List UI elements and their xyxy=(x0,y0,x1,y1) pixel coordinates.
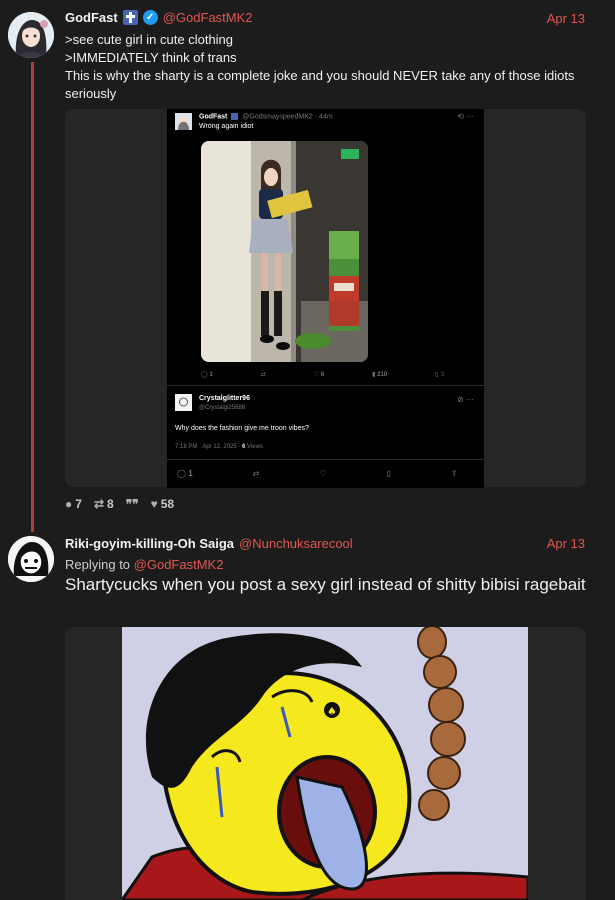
embed-reply-views-label: Views xyxy=(245,444,263,450)
heart-icon: ♡ xyxy=(319,469,327,478)
embed-reply-time: 7:18 PM · Apr 12, 2025 · xyxy=(175,444,243,450)
post-date[interactable]: Apr 13 xyxy=(547,11,585,26)
embedded-photo xyxy=(201,141,368,362)
post-line: >see cute girl in cute clothing xyxy=(65,32,234,47)
embed-action-bar: ◯ 1 ⇄ ♡ 6 ▮ 210 ▯ ⇪ xyxy=(201,371,445,378)
views-icon: ▮ 210 xyxy=(372,372,388,378)
post-line: >IMMEDIATELY think of trans xyxy=(65,50,237,65)
thread-line xyxy=(31,62,34,532)
divider xyxy=(167,385,484,386)
more-icon: ⟲ ··· xyxy=(457,112,474,121)
author-name[interactable]: Riki-goyim-killing-Oh Saiga xyxy=(65,536,234,551)
post-header: Riki-goyim-killing-Oh Saiga @Nunchuksare… xyxy=(65,536,353,551)
heart-icon: ♥ xyxy=(150,497,158,511)
avatar[interactable] xyxy=(8,12,54,58)
divider xyxy=(167,459,484,460)
embed-reply-action-bar: ◯ 1 ⇄ ♡ ▯ ⇪ xyxy=(177,469,458,478)
author-handle[interactable]: @Nunchuksarecool xyxy=(239,536,353,551)
replying-to: Replying to @GodFastMK2 xyxy=(65,557,223,572)
embed-author-name: GodFast xyxy=(199,113,228,121)
embed-reply-avatar xyxy=(175,394,192,411)
embed-reply-meta: 7:18 PM · Apr 12, 2025 · 6 Views xyxy=(175,444,263,450)
embed-reply-count: 1 xyxy=(209,372,213,378)
reply-icon: ◯ 1 xyxy=(201,372,213,378)
svg-text:♠: ♠ xyxy=(327,705,337,718)
cross-icon xyxy=(231,113,239,120)
repost-icon: ⇄ xyxy=(93,497,104,511)
post-godfast: GodFast ✓ @GodFastMK2 Apr 13 >see cute g… xyxy=(0,0,615,532)
embed-reply-handle: @Crystalgl25688 xyxy=(199,405,246,411)
heart-icon: ♡ 6 xyxy=(313,372,325,378)
post-text: Shartycucks when you post a sexy girl in… xyxy=(65,575,586,594)
meme-image[interactable]: ♠ xyxy=(122,627,528,900)
post-date[interactable]: Apr 13 xyxy=(547,536,585,551)
like-stat[interactable]: ♥ 58 xyxy=(151,497,174,511)
embed-author: GodFast @GodsmayspeedMK2 · 44m xyxy=(199,113,333,120)
repost-stat[interactable]: ⇄ 8 xyxy=(94,497,114,511)
quote-icon: ❞❞ xyxy=(125,497,139,511)
embed-reply-text: Why does the fashion give me troon vibes… xyxy=(175,425,309,432)
repost-count: 8 xyxy=(107,497,114,511)
reply-count: 7 xyxy=(75,497,82,511)
repost-icon: ⇄ xyxy=(260,372,266,378)
repost-icon: ⇄ xyxy=(252,469,260,478)
more-icon: ⊘ ··· xyxy=(457,395,474,404)
author-name[interactable]: GodFast xyxy=(65,10,118,25)
bookmark-icon: ▯ xyxy=(386,469,391,478)
embed-reply-reply-count: 1 xyxy=(188,469,193,478)
embed-author-handle: @GodsmayspeedMK2 · 44m xyxy=(242,113,333,121)
post-text: >see cute girl in cute clothing >IMMEDIA… xyxy=(65,31,595,103)
embed-like-count: 6 xyxy=(320,372,325,378)
bookmark-icon: ▯ ⇪ xyxy=(435,372,446,378)
replying-to-handle[interactable]: @GodFastMK2 xyxy=(134,557,224,572)
embedded-tweet-image[interactable]: GodFast @GodsmayspeedMK2 · 44m ⟲ ··· Wro… xyxy=(167,109,484,488)
cross-icon xyxy=(122,10,138,25)
post-header: GodFast ✓ @GodFastMK2 xyxy=(65,10,253,25)
share-icon: ⇪ xyxy=(450,469,458,478)
like-count: 58 xyxy=(160,497,175,511)
comment-icon: ● xyxy=(65,497,73,511)
post-line: This is why the sharty is a complete jok… xyxy=(65,68,579,101)
post-stats: ● 7 ⇄ 8 ❞❞ ♥ 58 xyxy=(65,497,174,511)
reply-icon: ◯ 1 xyxy=(177,469,193,478)
verified-icon: ✓ xyxy=(142,10,158,25)
avatar[interactable] xyxy=(8,536,54,582)
embed-reply-author-name: Crystalglitter96 xyxy=(199,395,250,402)
author-handle[interactable]: @GodFastMK2 xyxy=(163,10,253,25)
replying-to-label: Replying to xyxy=(65,557,134,572)
reply-stat[interactable]: ● 7 xyxy=(65,497,82,511)
embed-view-count: 210 xyxy=(377,372,388,378)
quote-stat[interactable]: ❞❞ xyxy=(126,497,139,511)
embed-tweet-text: Wrong again idiot xyxy=(199,123,254,130)
embed-avatar xyxy=(175,113,192,130)
